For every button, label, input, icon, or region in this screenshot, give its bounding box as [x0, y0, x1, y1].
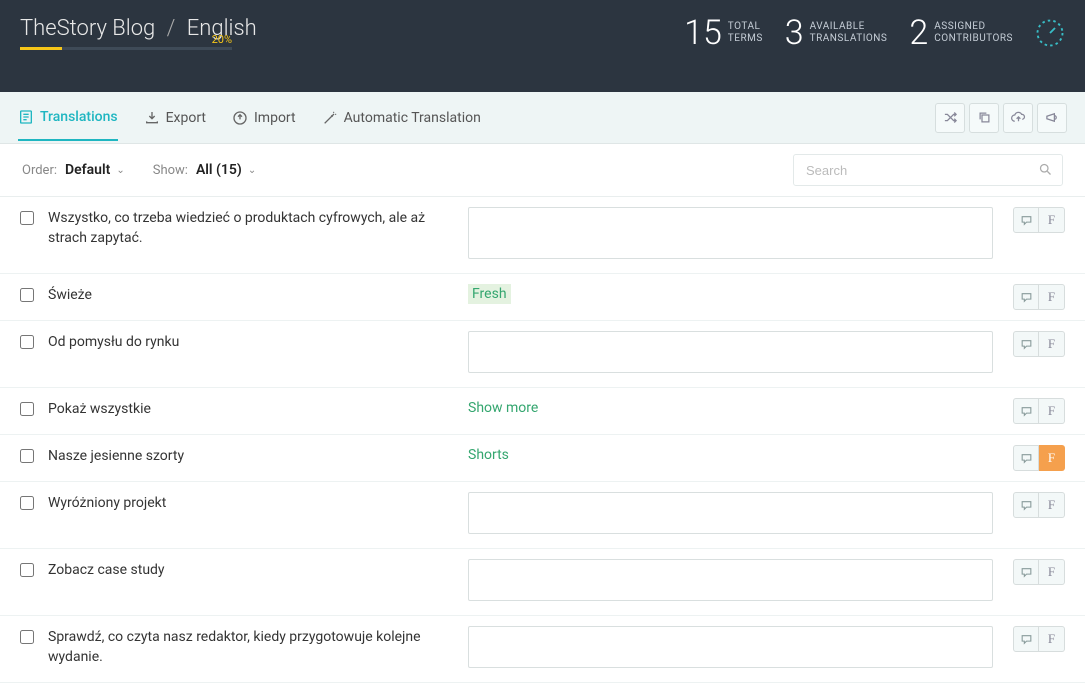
- search-icon[interactable]: [1038, 162, 1053, 177]
- comment-button[interactable]: [1013, 207, 1039, 233]
- progress: 20%: [20, 47, 232, 50]
- show-select[interactable]: All (15): [196, 162, 242, 178]
- fuzzy-toggle[interactable]: F: [1039, 559, 1065, 585]
- comment-icon: [1020, 291, 1033, 304]
- term-row: Pokaż wszystkieShow more F: [0, 388, 1085, 435]
- translation-input[interactable]: [468, 626, 993, 668]
- row-checkbox[interactable]: [20, 563, 34, 577]
- comment-icon: [1020, 405, 1033, 418]
- gauge-icon[interactable]: [1035, 18, 1065, 48]
- row-checkbox[interactable]: [20, 402, 34, 416]
- stat-contributors: 2 ASSIGNEDCONTRIBUTORS: [909, 16, 1013, 50]
- fuzzy-toggle[interactable]: F: [1039, 284, 1065, 310]
- copy-icon: [977, 110, 992, 125]
- comment-icon: [1020, 338, 1033, 351]
- translation-text[interactable]: Shorts: [468, 445, 509, 465]
- filters: Order: Default ⌄ Show: All (15) ⌄: [0, 144, 1085, 197]
- term-row: Zobacz case study F: [0, 549, 1085, 616]
- term-row: Nasze jesienne szortyShorts F: [0, 435, 1085, 482]
- list-icon: [18, 109, 34, 125]
- row-checkbox[interactable]: [20, 288, 34, 302]
- announce-button[interactable]: [1037, 103, 1067, 133]
- fuzzy-toggle[interactable]: F: [1039, 331, 1065, 357]
- shuffle-button[interactable]: [935, 103, 965, 133]
- term-text: Zobacz case study: [48, 559, 468, 581]
- term-row: Sprawdź, co czyta nasz redaktor, kiedy p…: [0, 616, 1085, 683]
- row-checkbox[interactable]: [20, 211, 34, 225]
- tab-translations[interactable]: Translations: [18, 95, 118, 141]
- megaphone-icon: [1045, 110, 1060, 125]
- fuzzy-toggle[interactable]: F: [1039, 207, 1065, 233]
- row-checkbox[interactable]: [20, 496, 34, 510]
- comment-button[interactable]: [1013, 284, 1039, 310]
- tab-export[interactable]: Export: [144, 96, 206, 140]
- term-text: Sprawdź, co czyta nasz redaktor, kiedy p…: [48, 626, 468, 667]
- comment-icon: [1020, 499, 1033, 512]
- comment-icon: [1020, 633, 1033, 646]
- row-checkbox[interactable]: [20, 449, 34, 463]
- import-icon: [232, 110, 248, 126]
- chevron-down-icon[interactable]: ⌄: [116, 165, 124, 176]
- tabbar: Translations Export Import Automatic Tra…: [0, 92, 1085, 144]
- cloud-upload-icon: [1011, 110, 1026, 125]
- term-text: Od pomysłu do rynku: [48, 331, 468, 353]
- term-text: Wszystko, co trzeba wiedzieć o produktac…: [48, 207, 468, 248]
- search-input[interactable]: [793, 154, 1063, 186]
- comment-button[interactable]: [1013, 492, 1039, 518]
- copy-button[interactable]: [969, 103, 999, 133]
- term-row: Od pomysłu do rynku F: [0, 321, 1085, 388]
- fuzzy-toggle[interactable]: F: [1039, 445, 1065, 471]
- term-text: Pokaż wszystkie: [48, 398, 468, 420]
- term-row: ŚwieżeFresh F: [0, 274, 1085, 321]
- order-select[interactable]: Default: [65, 162, 110, 178]
- term-text: Świeże: [48, 284, 468, 306]
- order-label: Order:: [22, 163, 57, 178]
- stat-translations: 3 AVAILABLETRANSLATIONS: [785, 16, 888, 50]
- terms-list: Wszystko, co trzeba wiedzieć o produktac…: [0, 197, 1085, 683]
- translation-text[interactable]: Fresh: [468, 284, 511, 304]
- comment-button[interactable]: [1013, 398, 1039, 424]
- term-text: Wyróżniony projekt: [48, 492, 468, 514]
- shuffle-icon: [943, 110, 958, 125]
- tab-import[interactable]: Import: [232, 96, 296, 140]
- stat-terms: 15 TOTALTERMS: [684, 16, 763, 50]
- comment-button[interactable]: [1013, 626, 1039, 652]
- translation-input[interactable]: [468, 207, 993, 259]
- fuzzy-toggle[interactable]: F: [1039, 398, 1065, 424]
- translation-text[interactable]: Show more: [468, 398, 538, 418]
- header: TheStory Blog / English 20% 15 TOTALTERM…: [0, 0, 1085, 92]
- row-checkbox[interactable]: [20, 335, 34, 349]
- term-row: Wyróżniony projekt F: [0, 482, 1085, 549]
- export-icon: [144, 110, 160, 126]
- tab-auto-translation[interactable]: Automatic Translation: [322, 96, 481, 140]
- comment-button[interactable]: [1013, 445, 1039, 471]
- progress-pct: 20%: [212, 33, 232, 46]
- comment-button[interactable]: [1013, 559, 1039, 585]
- term-row: Wszystko, co trzeba wiedzieć o produktac…: [0, 197, 1085, 274]
- comment-icon: [1020, 566, 1033, 579]
- upload-button[interactable]: [1003, 103, 1033, 133]
- show-label: Show:: [153, 163, 188, 178]
- project-name[interactable]: TheStory Blog: [20, 16, 155, 41]
- translation-input[interactable]: [468, 492, 993, 534]
- comment-icon: [1020, 452, 1033, 465]
- fuzzy-toggle[interactable]: F: [1039, 492, 1065, 518]
- row-checkbox[interactable]: [20, 630, 34, 644]
- fuzzy-toggle[interactable]: F: [1039, 626, 1065, 652]
- term-text: Nasze jesienne szorty: [48, 445, 468, 467]
- translation-input[interactable]: [468, 331, 993, 373]
- translation-input[interactable]: [468, 559, 993, 601]
- magic-icon: [322, 110, 338, 126]
- chevron-down-icon[interactable]: ⌄: [248, 165, 256, 176]
- comment-icon: [1020, 214, 1033, 227]
- comment-button[interactable]: [1013, 331, 1039, 357]
